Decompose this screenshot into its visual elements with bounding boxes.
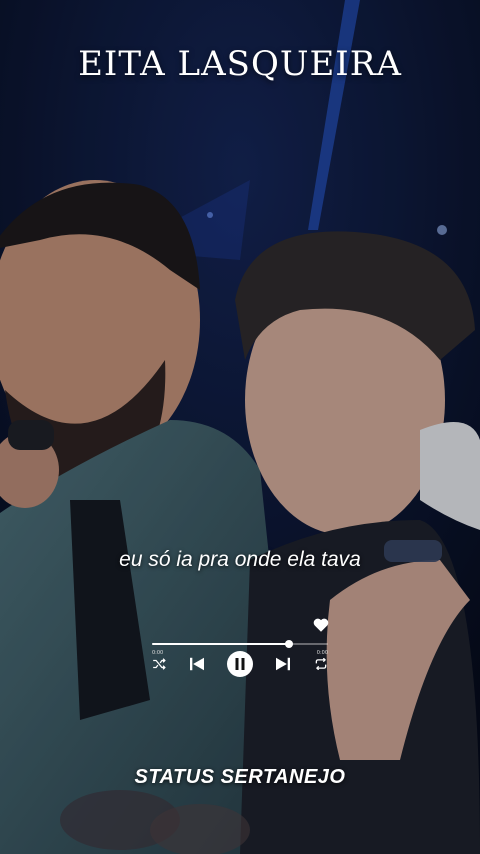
pause-button[interactable]: [225, 651, 255, 677]
previous-icon[interactable]: [186, 652, 208, 676]
video-frame: EITA LASQUEIRA eu só ia pra onde ela tav…: [0, 0, 480, 854]
song-title: EITA LASQUEIRA: [78, 44, 402, 84]
progress-bar[interactable]: [152, 640, 328, 648]
progress-fill: [152, 643, 290, 645]
channel-brand: STATUS SERTANEJO: [134, 766, 346, 788]
concert-photo: [0, 0, 480, 854]
music-player: 0:00 0:00: [148, 612, 332, 692]
shuffle-icon[interactable]: [150, 652, 168, 676]
progress-knob[interactable]: [285, 640, 294, 648]
next-icon[interactable]: [272, 652, 294, 676]
repeat-icon[interactable]: [312, 652, 330, 676]
lyric-line: eu só ia pra onde ela tava: [119, 548, 361, 571]
pause-icon: [227, 651, 253, 677]
heart-icon[interactable]: [312, 616, 330, 634]
